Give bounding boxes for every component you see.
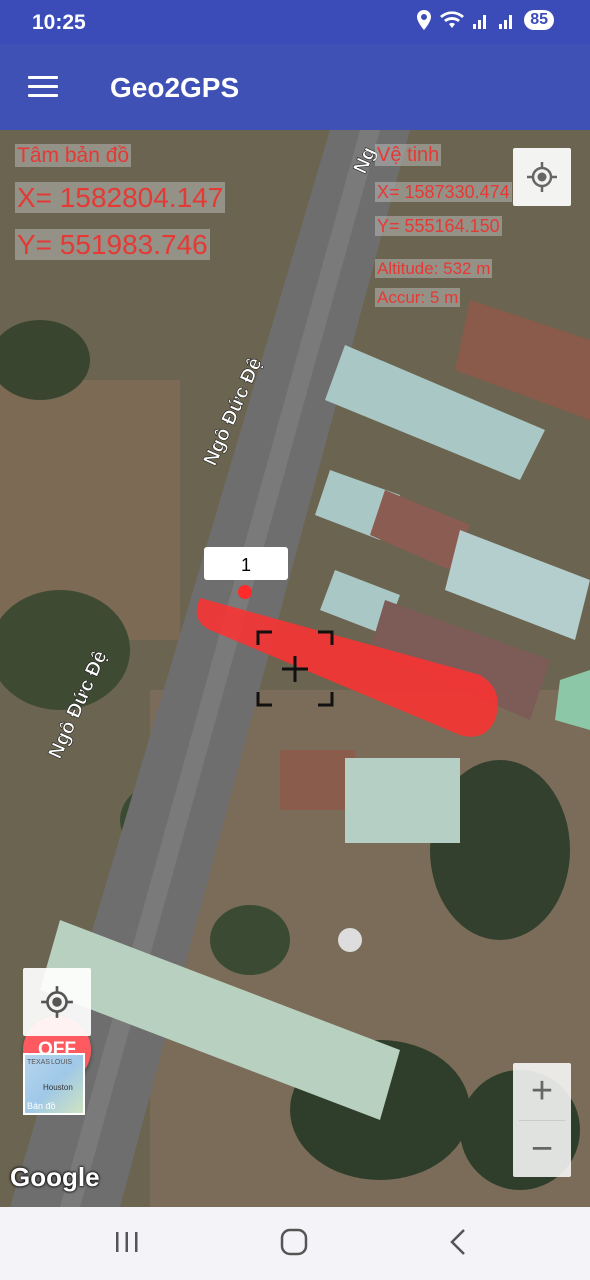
satellite-y: Y= 555164.150 (375, 216, 502, 236)
google-attribution: Google (10, 1162, 100, 1192)
layer-thumb-label: Bản đồ (27, 1101, 56, 1111)
status-time: 10:25 (32, 11, 86, 34)
center-location-button[interactable] (23, 968, 91, 1036)
satellite-heading: Vệ tinh (375, 144, 442, 166)
status-icons: 85 (416, 10, 554, 30)
gps-target-icon (41, 986, 73, 1018)
app-bar: Geo2GPS (0, 44, 590, 130)
menu-icon[interactable] (28, 76, 58, 98)
map-layer-toggle[interactable]: TEXAS LOUIS Houston Bản đồ (23, 1053, 85, 1115)
map-center-y: Y= 551983.746 (15, 229, 210, 260)
recents-icon[interactable] (113, 1227, 141, 1257)
satellite-x: X= 1587330.474 (375, 182, 512, 202)
polygon-vertex (238, 585, 252, 599)
zoom-in-button[interactable]: + (513, 1063, 571, 1120)
home-icon[interactable] (279, 1227, 309, 1257)
polygon-marker-label: 1 (241, 555, 251, 575)
battery-badge: 85 (524, 10, 554, 30)
app-title: Geo2GPS (110, 72, 240, 103)
wifi-icon (440, 11, 465, 28)
status-bar: 10:25 85 (0, 0, 590, 44)
layer-thumb-text: LOUIS (51, 1059, 73, 1066)
signal-icon (473, 15, 487, 29)
system-nav-bar (0, 1207, 590, 1280)
satellite-accuracy: Accur: 5 m (375, 288, 461, 307)
signal-icon (499, 15, 513, 29)
layer-thumb-text: Houston (43, 1083, 73, 1092)
map-center-x: X= 1582804.147 (15, 182, 226, 213)
gps-target-icon (527, 162, 557, 192)
location-icon (417, 10, 432, 30)
satellite-altitude: Altitude: 532 m (375, 259, 493, 278)
back-icon[interactable] (446, 1227, 470, 1257)
zoom-controls: + − (513, 1063, 571, 1177)
map-center-heading: Tâm bản đồ (15, 144, 132, 167)
zoom-out-button[interactable]: − (513, 1121, 571, 1178)
layer-thumb-text: TEXAS (27, 1059, 50, 1066)
map-view[interactable]: Ngô Đức Đệ Ngô Đức Đệ Ng 1 Tâm bản đồ X=… (0, 130, 590, 1207)
my-location-button[interactable] (513, 148, 571, 206)
